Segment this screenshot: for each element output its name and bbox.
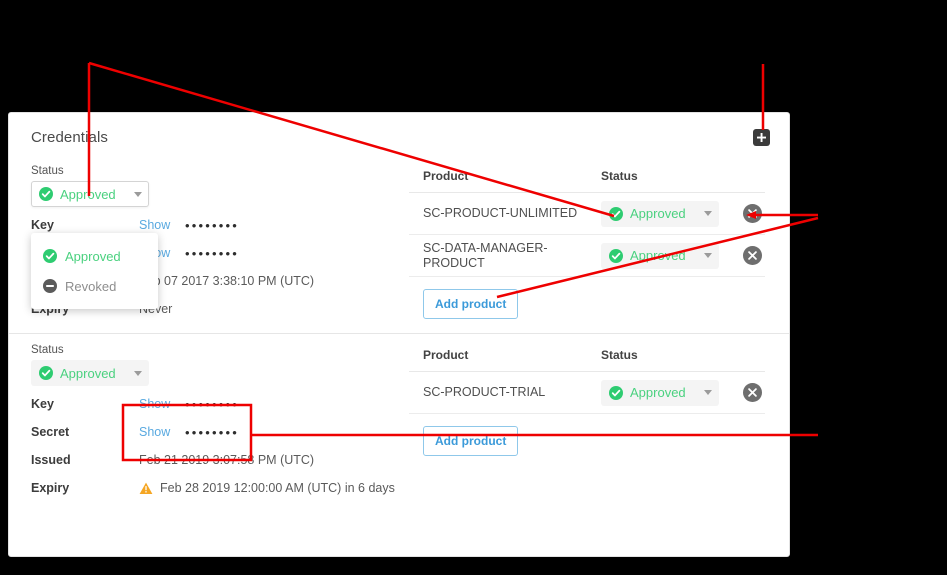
status-select-value: Approved: [60, 186, 116, 202]
column-header-product: Product: [423, 348, 469, 362]
add-credential-button[interactable]: [753, 129, 770, 146]
chevron-down-icon: [704, 390, 712, 395]
issued-value: Feb 21 2019 3:07:58 PM (UTC): [139, 453, 315, 467]
chevron-down-icon: [134, 191, 142, 197]
credential-details: Status Approved Key Show ••••••: [9, 155, 409, 333]
product-status-select[interactable]: Approved: [601, 200, 719, 227]
status-field-label: Status: [31, 165, 64, 177]
products-table: Product Status SC-PRODUCT-UNLIMITED Appr…: [409, 165, 765, 333]
products-table-header: Product Status: [409, 165, 765, 193]
dropdown-option-label: Revoked: [65, 278, 117, 294]
product-name: SC-PRODUCT-TRIAL: [423, 385, 546, 399]
product-status-select[interactable]: Approved: [601, 242, 719, 269]
add-product-button[interactable]: Add product: [423, 289, 519, 319]
secret-label: Secret: [31, 425, 70, 439]
products-table: Product Status SC-PRODUCT-TRIAL Approved…: [409, 344, 765, 470]
column-header-status: Status: [601, 169, 638, 183]
credential-status-select[interactable]: Approved: [31, 360, 149, 386]
remove-product-button[interactable]: [743, 383, 762, 402]
expiry-label: Expiry: [31, 481, 70, 495]
check-circle-icon: [39, 366, 53, 380]
products-section: Product Status SC-PRODUCT-UNLIMITED Appr…: [409, 155, 789, 333]
check-circle-icon: [609, 248, 623, 263]
product-name: SC-PRODUCT-UNLIMITED: [423, 206, 578, 220]
check-circle-icon: [609, 385, 623, 400]
check-circle-icon: [39, 187, 53, 201]
dropdown-option-label: Approved: [65, 248, 121, 264]
remove-product-button[interactable]: [743, 204, 762, 223]
table-row: SC-DATA-MANAGER-PRODUCT Approved: [409, 235, 765, 277]
products-table-header: Product Status: [409, 344, 765, 372]
panel-header: Credentials: [9, 113, 789, 155]
check-circle-icon: [43, 249, 57, 263]
secret-row: Secret Show ••••••••: [31, 418, 409, 446]
issued-label: Issued: [31, 453, 71, 467]
plus-icon: [757, 133, 766, 142]
issued-row: Issued Feb 21 2019 3:07:58 PM (UTC): [31, 446, 409, 474]
chevron-down-icon: [704, 253, 712, 258]
expiry-row: Expiry Feb 28 2019 12:00:00 AM (UTC) in …: [31, 474, 409, 502]
credential-details: Status Approved Key Show ••••••: [9, 334, 409, 502]
key-label: Key: [31, 397, 54, 411]
table-row: SC-PRODUCT-TRIAL Approved: [409, 372, 765, 414]
expiry-value: Feb 28 2019 12:00:00 AM (UTC) in 6 days: [160, 481, 395, 495]
page-title: Credentials: [31, 129, 108, 146]
dropdown-option-approved[interactable]: Approved: [31, 241, 158, 271]
issued-value: Feb 07 2017 3:38:10 PM (UTC): [139, 274, 315, 288]
credentials-panel: Credentials Status Approved Key Show •••…: [8, 112, 790, 557]
credential-card: Status Approved Key Show ••••••: [9, 333, 789, 502]
ban-circle-icon: [43, 279, 57, 293]
product-status-select[interactable]: Approved: [601, 379, 719, 406]
secret-masked-value: ••••••••: [185, 245, 240, 261]
key-label: Key: [31, 218, 54, 232]
show-secret-link[interactable]: Show: [139, 425, 185, 439]
add-product-button[interactable]: Add product: [423, 426, 519, 456]
column-header-status: Status: [601, 348, 638, 362]
show-key-link[interactable]: Show: [139, 397, 185, 411]
show-key-link[interactable]: Show: [139, 218, 185, 232]
status-select-value: Approved: [60, 365, 116, 381]
credential-card: Status Approved Key Show ••••••: [9, 155, 789, 333]
product-status-value: Approved: [630, 206, 686, 221]
key-masked-value: ••••••••: [185, 396, 240, 412]
dropdown-option-revoked[interactable]: Revoked: [31, 271, 158, 301]
product-status-value: Approved: [630, 385, 686, 400]
credential-status-select[interactable]: Approved: [31, 181, 149, 207]
key-row: Key Show ••••••••: [31, 390, 409, 418]
product-name: SC-DATA-MANAGER-PRODUCT: [423, 240, 548, 270]
secret-masked-value: ••••••••: [185, 424, 240, 440]
column-header-product: Product: [423, 169, 469, 183]
table-row: SC-PRODUCT-UNLIMITED Approved: [409, 193, 765, 235]
product-status-value: Approved: [630, 248, 686, 263]
chevron-down-icon: [704, 211, 712, 216]
products-section: Product Status SC-PRODUCT-TRIAL Approved…: [409, 334, 789, 502]
chevron-down-icon: [134, 370, 142, 376]
screenshot-root: Credentials Status Approved Key Show •••…: [0, 0, 947, 575]
status-field-label: Status: [31, 344, 64, 356]
warning-triangle-icon: [139, 482, 153, 494]
check-circle-icon: [609, 206, 623, 221]
key-masked-value: ••••••••: [185, 217, 240, 233]
status-dropdown-menu[interactable]: Approved Revoked: [31, 233, 158, 309]
remove-product-button[interactable]: [743, 246, 762, 265]
